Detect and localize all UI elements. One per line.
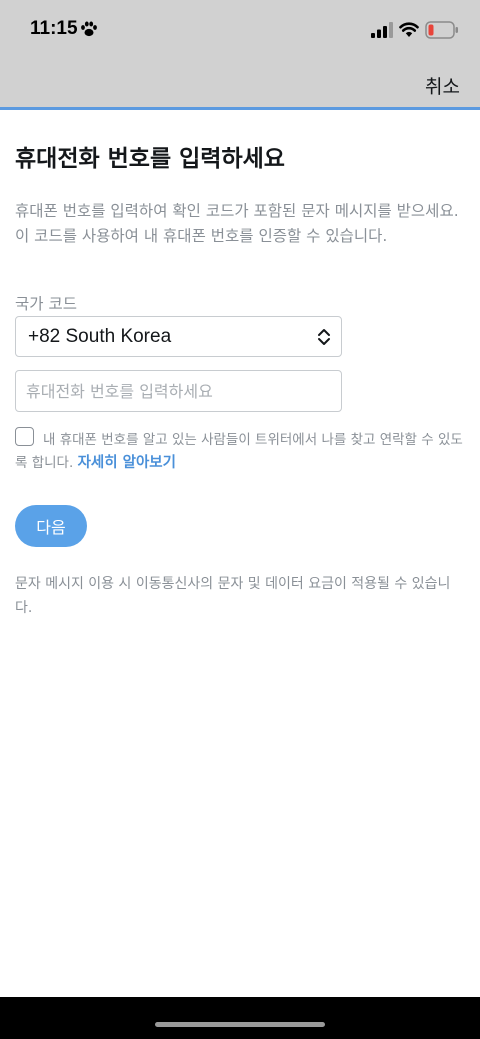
country-code-value: +82 South Korea (28, 326, 172, 347)
country-code-select[interactable]: +82 South Korea (15, 316, 342, 357)
chevron-up-down-icon (318, 329, 330, 345)
status-bar: 11:15 (0, 0, 480, 62)
nav-bar: 취소 (0, 62, 480, 110)
sms-rates-footnote: 문자 메시지 이용 시 이동통신사의 문자 및 데이터 요금이 적용될 수 있습… (15, 576, 451, 616)
learn-more-link[interactable]: 자세히 알아보기 (78, 455, 176, 471)
next-button[interactable]: 다음 (15, 505, 87, 547)
battery-low-icon (425, 21, 458, 39)
phone-number-input[interactable] (15, 370, 342, 412)
paw-icon (81, 21, 97, 37)
home-indicator[interactable] (155, 1022, 325, 1027)
status-time: 11:15 (30, 18, 78, 39)
discoverable-description: 내 휴대폰 번호를 알고 있는 사람들이 트위터에서 나를 찾고 연락할 수 있… (15, 429, 465, 475)
page-description: 휴대폰 번호를 입력하여 확인 코드가 포함된 문자 메시지를 받으세요. 이 … (15, 202, 459, 245)
cancel-button[interactable]: 취소 (425, 72, 460, 99)
country-code-label: 국가 코드 (15, 295, 77, 313)
wifi-icon (399, 22, 419, 37)
home-indicator-area (0, 997, 480, 1039)
page-title: 휴대전화 번호를 입력하세요 (15, 146, 285, 172)
cellular-signal-icon (371, 22, 393, 38)
